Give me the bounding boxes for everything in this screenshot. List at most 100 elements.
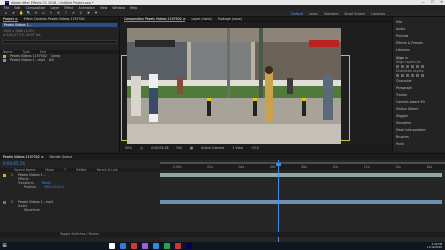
grid-toggle-icon[interactable]: ▦ xyxy=(190,146,193,150)
rotate-tool-icon[interactable]: ⟲ xyxy=(34,11,38,15)
minimize-button[interactable]: — xyxy=(421,0,425,4)
col-parent[interactable]: Parent & Link xyxy=(97,168,118,172)
layer-duration-bar[interactable] xyxy=(160,173,442,177)
workspace-standard[interactable]: Standard xyxy=(324,12,339,16)
close-button[interactable]: ✕ xyxy=(440,0,443,4)
windows-start-icon[interactable]: ⊞ xyxy=(0,242,9,250)
menu-edit[interactable]: Edit xyxy=(14,6,20,10)
rectangle-tool-icon[interactable]: ▭ xyxy=(42,11,46,15)
hand-tool-icon[interactable]: ✋ xyxy=(19,11,23,15)
panel-info[interactable]: Info xyxy=(396,19,442,26)
magnification-select[interactable]: 50% xyxy=(125,146,132,150)
workspace-default[interactable]: Default xyxy=(291,12,303,16)
search-icon[interactable] xyxy=(109,243,115,249)
selection-tool-icon[interactable]: ➤ xyxy=(12,11,16,15)
panel-paint[interactable]: Paint xyxy=(396,141,442,148)
toggle-transparency-icon[interactable]: ◫ xyxy=(140,146,143,150)
align-bottom-icon[interactable] xyxy=(421,65,424,68)
system-tray[interactable]: 2:30 PM 11/14/2018 xyxy=(427,242,442,250)
project-search-input[interactable] xyxy=(2,40,117,44)
layer-duration-bar[interactable] xyxy=(160,200,442,204)
current-time-display[interactable]: 0;00;05;26 xyxy=(151,146,168,150)
type-tool-icon[interactable]: T xyxy=(64,11,68,15)
panel-smoother[interactable]: Smoother xyxy=(396,120,442,127)
time-graph[interactable]: 0;00s 02s 04s 06s 08s 10s 12s 14s 16s xyxy=(160,160,445,243)
position-value[interactable]: 960.0,540.0 xyxy=(44,185,63,189)
align-top-icon[interactable] xyxy=(411,65,414,68)
pen-tool-icon[interactable]: ✎ xyxy=(49,11,53,15)
timeline-footer[interactable]: Toggle Switches / Modes xyxy=(0,232,445,237)
timeline-timecode[interactable]: 0;00;05;26 xyxy=(3,161,25,166)
stamp-tool-icon[interactable]: ⚲ xyxy=(79,11,83,15)
after-effects-icon[interactable] xyxy=(186,243,192,249)
tab-layer[interactable]: Layer (none) xyxy=(191,17,211,21)
align-middle-icon[interactable] xyxy=(416,65,419,68)
panel-mask-interpolation[interactable]: Mask Interpolation xyxy=(396,127,442,134)
panel-effects-presets[interactable]: Effects & Presets xyxy=(396,40,442,47)
photoshop-icon[interactable] xyxy=(153,243,159,249)
anchor-tool-icon[interactable]: ⊕ xyxy=(57,11,61,15)
distribute-icon[interactable] xyxy=(421,74,424,77)
tab-comp-timeline[interactable]: Pexels Videos 1197502 ≡ xyxy=(3,155,44,159)
panel-paragraph[interactable]: Paragraph xyxy=(396,85,442,92)
brush-tool-icon[interactable]: ✐ xyxy=(72,11,76,15)
tab-project[interactable]: Project ≡ xyxy=(3,17,18,22)
panel-tracker[interactable]: Tracker xyxy=(396,92,442,99)
menu-composition[interactable]: Composition xyxy=(26,6,46,10)
zoom-tool-icon[interactable]: 🔍 xyxy=(27,11,31,15)
distribute-icon[interactable] xyxy=(411,74,414,77)
menu-help[interactable]: Help xyxy=(130,6,137,10)
col-source-name[interactable]: Source Name xyxy=(14,168,35,172)
workspace-learn[interactable]: Learn xyxy=(309,12,318,16)
panel-character[interactable]: Character xyxy=(396,78,442,85)
tab-effect-controls[interactable]: Effect Controls Pexels Videos 1197502 xyxy=(24,17,85,21)
col-trkmat[interactable]: TrkMat xyxy=(76,168,87,172)
property-row[interactable]: Position 960.0,540.0 xyxy=(24,185,64,189)
camera-select[interactable]: Active Camera xyxy=(201,146,224,150)
viewer-stage[interactable] xyxy=(121,22,391,146)
menu-layer[interactable]: Layer xyxy=(50,6,59,10)
task-view-icon[interactable] xyxy=(120,243,126,249)
menu-file[interactable]: File xyxy=(4,6,9,10)
selected-project-item[interactable]: Pexels Videos 1... xyxy=(2,23,117,27)
playhead-line[interactable] xyxy=(278,160,279,243)
time-ruler[interactable]: 0;00s 02s 04s 06s 08s 10s 12s 14s 16s xyxy=(160,164,445,170)
panel-libraries[interactable]: Libraries xyxy=(396,47,442,54)
menu-effect[interactable]: Effect xyxy=(64,6,73,10)
workspace-libraries[interactable]: Libraries xyxy=(371,12,385,16)
roto-tool-icon[interactable]: ✸ xyxy=(87,11,91,15)
home-icon[interactable]: ⌂ xyxy=(4,11,8,15)
exposure-value[interactable]: +0.0 xyxy=(251,146,259,150)
panel-audio[interactable]: Audio xyxy=(396,26,442,33)
align-center-icon[interactable] xyxy=(401,65,404,68)
distribute-icon[interactable] xyxy=(396,74,399,77)
align-left-icon[interactable] xyxy=(396,65,399,68)
view-layout-select[interactable]: 1 View xyxy=(232,146,243,150)
col-t[interactable]: T xyxy=(64,168,66,172)
maximize-button[interactable]: ☐ xyxy=(431,0,434,4)
distribute-icon[interactable] xyxy=(416,74,419,77)
menu-window[interactable]: Window xyxy=(112,6,125,10)
workspace-small-screen[interactable]: Small Screen xyxy=(344,12,365,16)
spreadsheet-icon[interactable] xyxy=(164,243,170,249)
align-right-icon[interactable] xyxy=(406,65,409,68)
puppet-tool-icon[interactable]: ⚑ xyxy=(94,11,98,15)
premiere-icon[interactable] xyxy=(142,243,148,249)
browser-icon[interactable] xyxy=(131,243,137,249)
distribute-icon[interactable] xyxy=(406,74,409,77)
list-item[interactable]: Pexels Videos 1...mp4 AVI xyxy=(0,58,119,62)
video-frame[interactable] xyxy=(127,28,341,146)
tab-composition[interactable]: Composition Pexels Videos 1197502 ≡ xyxy=(124,17,186,22)
tab-footage[interactable]: Footage (none) xyxy=(218,17,242,21)
panel-preview[interactable]: Preview xyxy=(396,33,442,40)
panel-motion-sketch[interactable]: Motion Sketch xyxy=(396,106,442,113)
media-icon[interactable] xyxy=(175,243,181,249)
panel-wiggler[interactable]: Wiggler xyxy=(396,113,442,120)
distribute-icon[interactable] xyxy=(401,74,404,77)
property-row[interactable]: Waveform xyxy=(24,208,40,212)
panel-brushes[interactable]: Brushes xyxy=(396,134,442,141)
resolution-select[interactable]: Full xyxy=(177,146,182,150)
menu-animation[interactable]: Animation xyxy=(79,6,95,10)
col-mode[interactable]: Mode xyxy=(45,168,54,172)
panel-content-aware-fill[interactable]: Content-Aware Fill xyxy=(396,99,442,106)
